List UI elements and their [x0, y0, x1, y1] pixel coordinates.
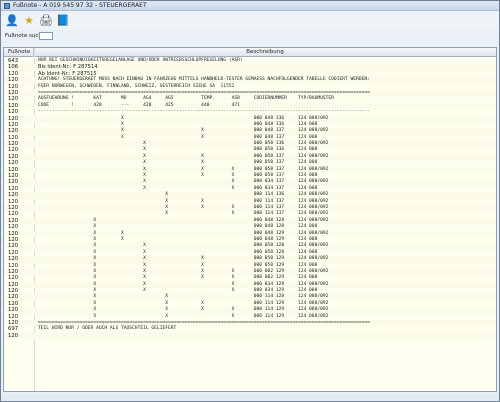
column-header-footnote[interactable]: Fußnote: [4, 48, 34, 57]
window-title: Fußnote - A 019 545 97 32 - STEUERGERAET: [13, 2, 147, 9]
title-bar: Fußnote - A 019 545 97 32 - STEUERGERAET: [1, 1, 499, 11]
footnote-search-input[interactable]: [39, 32, 53, 40]
print-icon[interactable]: 🖨: [39, 14, 53, 28]
footnote-grid: Fußnote Beschreibung 643 NUR BEI GESCHWIN…: [3, 47, 497, 392]
star-icon[interactable]: ★: [22, 14, 36, 28]
column-header-description[interactable]: Beschreibung: [34, 48, 496, 57]
footnote-window: Fußnote - A 019 545 97 32 - STEUERGERAET…: [0, 0, 500, 402]
grid-rows: 643 NUR BEI GESCHWINDIGKEITSREGELANLAGE U…: [4, 58, 496, 340]
toolbar: 👤 ★ 🖨 📘: [1, 12, 499, 30]
footnote-number: 120: [8, 332, 19, 339]
status-bar: [1, 393, 499, 401]
grid-header: Fußnote Beschreibung: [4, 48, 496, 57]
search-row: Fußnote suchen: [1, 31, 499, 42]
app-icon: [4, 3, 10, 9]
book-icon[interactable]: 📘: [56, 14, 70, 28]
user-icon[interactable]: 👤: [5, 14, 19, 28]
table-row[interactable]: 120: [4, 332, 496, 340]
